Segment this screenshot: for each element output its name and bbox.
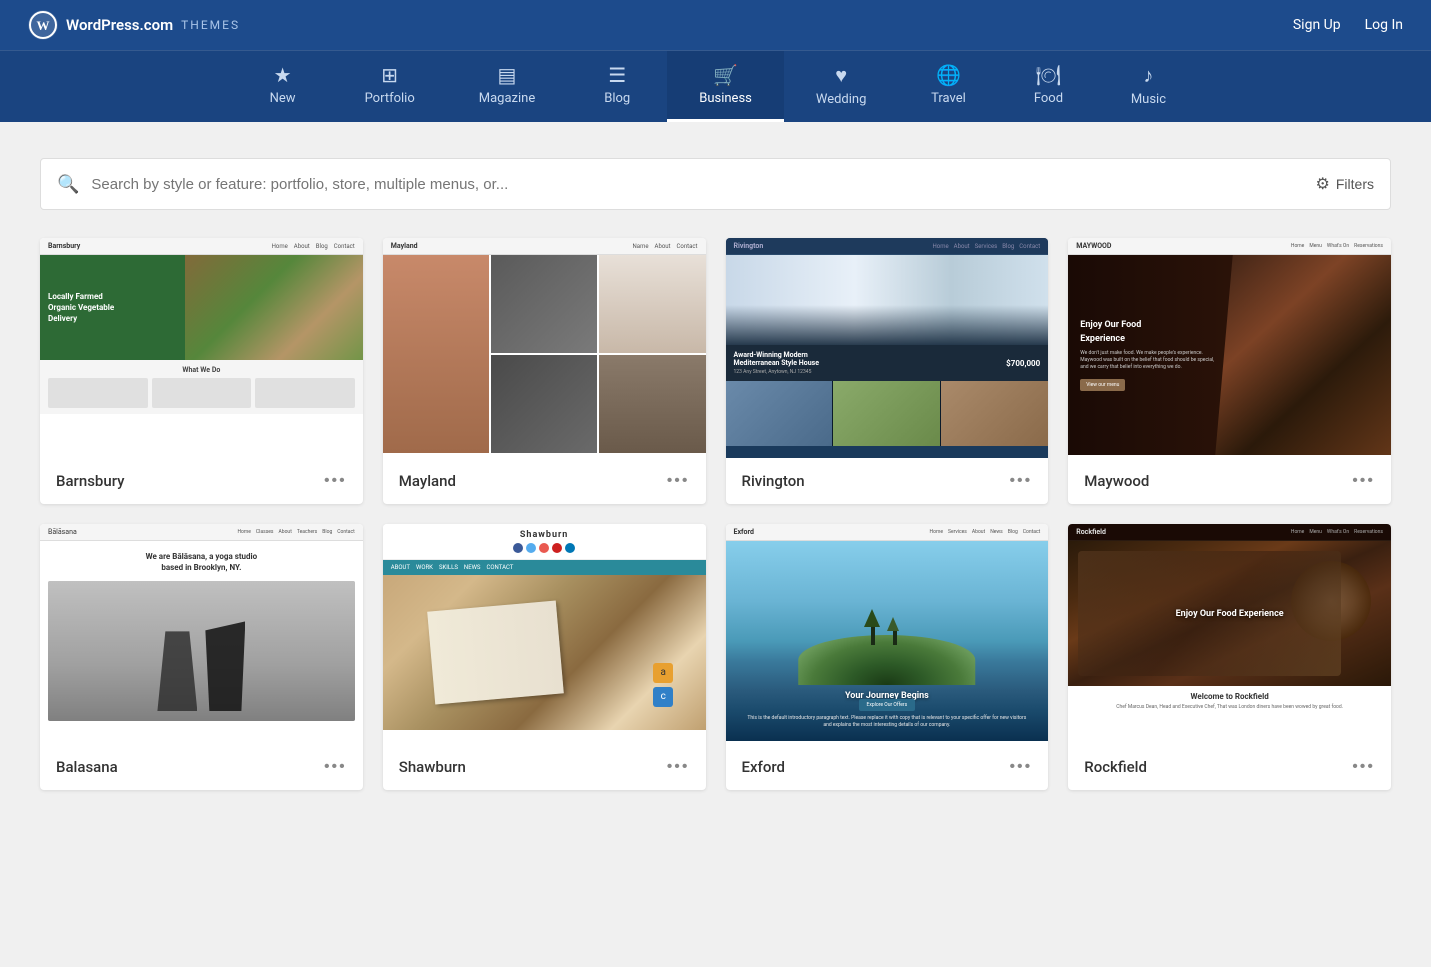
theme-grid: Barnsbury HomeAboutBlogContact Locally F… — [40, 238, 1391, 790]
shawburn-preview: Shawburn ABOUT WORK SKILLS NEWS CONT — [383, 524, 706, 744]
tab-portfolio-label: Portfolio — [365, 91, 415, 106]
theme-card-shawburn[interactable]: Shawburn ABOUT WORK SKILLS NEWS CONT — [383, 524, 706, 790]
exford-footer: Exford ••• — [726, 744, 1049, 790]
barnsbury-name: Barnsbury — [56, 472, 124, 490]
tab-blog[interactable]: ☰ Blog — [567, 51, 667, 122]
tab-portfolio[interactable]: ⊞ Portfolio — [333, 51, 447, 122]
travel-icon: 🌐 — [936, 63, 961, 87]
filters-button[interactable]: ⚙ Filters — [1316, 174, 1374, 194]
search-icon: 🔍 — [57, 174, 79, 195]
barnsbury-more-btn[interactable]: ••• — [324, 472, 347, 490]
barnsbury-preview: Barnsbury HomeAboutBlogContact Locally F… — [40, 238, 363, 458]
theme-card-rockfield[interactable]: Rockfield HomeMenuWhat's OnReservations … — [1068, 524, 1391, 790]
shawburn-name: Shawburn — [399, 758, 466, 776]
tab-business-label: Business — [699, 91, 752, 106]
magazine-icon: ▤ — [498, 63, 517, 87]
site-header: W WordPress.com THEMES Sign Up Log In — [0, 0, 1431, 50]
rivington-footer: Rivington ••• — [726, 458, 1049, 504]
maywood-more-btn[interactable]: ••• — [1352, 472, 1375, 490]
tab-business[interactable]: 🛒 Business — [667, 51, 784, 122]
barnsbury-footer: Barnsbury ••• — [40, 458, 363, 504]
rivington-more-btn[interactable]: ••• — [1009, 472, 1032, 490]
theme-card-maywood[interactable]: MAYWOOD HomeMenuWhat's OnReservations En… — [1068, 238, 1391, 504]
balasana-footer: Balasana ••• — [40, 744, 363, 790]
rockfield-preview: Rockfield HomeMenuWhat's OnReservations … — [1068, 524, 1391, 744]
svg-text:W: W — [37, 18, 50, 33]
tab-wedding-label: Wedding — [816, 92, 867, 107]
header-actions: Sign Up Log In — [1293, 17, 1403, 33]
signup-link[interactable]: Sign Up — [1293, 17, 1341, 33]
tab-blog-label: Blog — [604, 91, 630, 106]
rockfield-name: Rockfield — [1084, 758, 1147, 776]
tab-wedding[interactable]: ♥ Wedding — [784, 51, 899, 122]
exford-name: Exford — [742, 758, 785, 776]
theme-card-balasana[interactable]: Bālāsana HomeClassesAboutTeachersBlogCon… — [40, 524, 363, 790]
balasana-name: Balasana — [56, 758, 118, 776]
mayland-more-btn[interactable]: ••• — [667, 472, 690, 490]
mayland-footer: Mayland ••• — [383, 458, 706, 504]
balasana-preview: Bālāsana HomeClassesAboutTeachersBlogCon… — [40, 524, 363, 744]
shawburn-more-btn[interactable]: ••• — [667, 758, 690, 776]
portfolio-icon: ⊞ — [381, 63, 398, 87]
new-icon: ★ — [274, 63, 292, 87]
tab-magazine[interactable]: ▤ Magazine — [447, 51, 567, 122]
rivington-preview: Rivington HomeAboutServicesBlogContact A… — [726, 238, 1049, 458]
tab-travel-label: Travel — [931, 91, 966, 106]
logo-text: WordPress.com — [66, 16, 173, 34]
mayland-name: Mayland — [399, 472, 456, 490]
theme-card-mayland[interactable]: Mayland NameAboutContact Mayland ••• — [383, 238, 706, 504]
maywood-footer: Maywood ••• — [1068, 458, 1391, 504]
rockfield-footer: Rockfield ••• — [1068, 744, 1391, 790]
search-container: 🔍 ⚙ Filters — [40, 158, 1391, 210]
tab-travel[interactable]: 🌐 Travel — [898, 51, 998, 122]
music-icon: ♪ — [1143, 63, 1153, 88]
tab-new-label: New — [270, 91, 296, 106]
search-input[interactable] — [91, 176, 1315, 193]
filters-label: Filters — [1336, 176, 1374, 192]
wordpress-icon: W — [28, 10, 58, 40]
theme-card-rivington[interactable]: Rivington HomeAboutServicesBlogContact A… — [726, 238, 1049, 504]
mayland-preview: Mayland NameAboutContact — [383, 238, 706, 458]
food-icon: 🍽 — [1036, 63, 1061, 87]
business-icon: 🛒 — [713, 63, 738, 87]
tab-food-label: Food — [1034, 91, 1063, 106]
main-content: 🔍 ⚙ Filters Barnsbury HomeAboutBlogConta… — [0, 122, 1431, 959]
maywood-name: Maywood — [1084, 472, 1149, 490]
maywood-preview: MAYWOOD HomeMenuWhat's OnReservations En… — [1068, 238, 1391, 458]
rivington-name: Rivington — [742, 472, 805, 490]
theme-card-exford[interactable]: Exford HomeServicesAboutNewsBlogContact — [726, 524, 1049, 790]
rockfield-more-btn[interactable]: ••• — [1352, 758, 1375, 776]
balasana-more-btn[interactable]: ••• — [324, 758, 347, 776]
wedding-icon: ♥ — [835, 63, 847, 88]
tab-food[interactable]: 🍽 Food — [998, 51, 1098, 122]
exford-more-btn[interactable]: ••• — [1009, 758, 1032, 776]
login-link[interactable]: Log In — [1365, 17, 1403, 33]
tab-music[interactable]: ♪ Music — [1098, 51, 1198, 122]
theme-card-barnsbury[interactable]: Barnsbury HomeAboutBlogContact Locally F… — [40, 238, 363, 504]
shawburn-footer: Shawburn ••• — [383, 744, 706, 790]
logo-area: W WordPress.com THEMES — [28, 10, 240, 40]
tab-music-label: Music — [1131, 92, 1166, 107]
gear-icon: ⚙ — [1316, 174, 1330, 194]
theme-nav: ★ New ⊞ Portfolio ▤ Magazine ☰ Blog 🛒 Bu… — [0, 50, 1431, 122]
exford-preview: Exford HomeServicesAboutNewsBlogContact — [726, 524, 1049, 744]
tab-magazine-label: Magazine — [479, 91, 535, 106]
tab-new[interactable]: ★ New — [233, 51, 333, 122]
themes-label: THEMES — [181, 18, 240, 32]
blog-icon: ☰ — [608, 63, 626, 87]
